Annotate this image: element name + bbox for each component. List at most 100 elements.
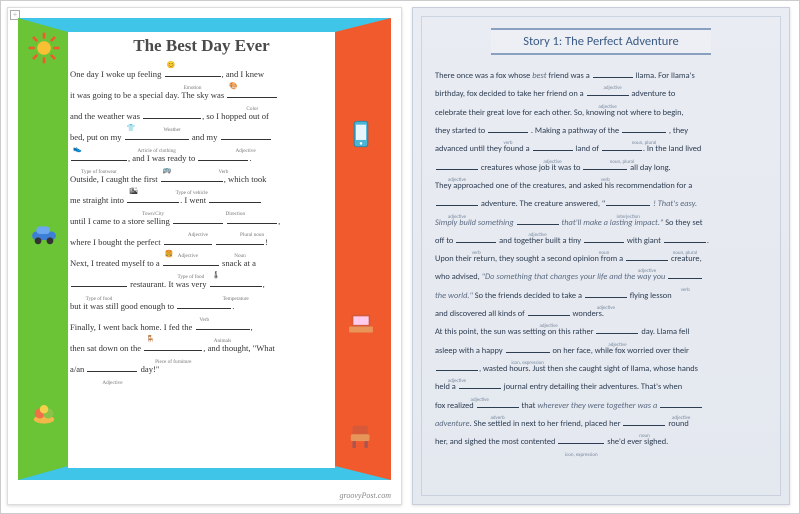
- blank-hint-label: noun, plural: [673, 251, 697, 256]
- fill-in-blank[interactable]: 😊Emotion: [165, 64, 221, 85]
- fill-in-blank[interactable]: Direction: [209, 190, 261, 211]
- fill-in-blank[interactable]: Animals: [196, 317, 250, 338]
- story-text: .: [707, 236, 709, 246]
- fill-in-blank[interactable]: 🏙Town/City: [127, 190, 179, 211]
- fill-in-blank[interactable]: Type of food: [71, 274, 127, 295]
- blank-hint-icon: 😊: [167, 62, 176, 69]
- sun-sticker-icon: [26, 30, 62, 66]
- fill-in-blank[interactable]: 🎨Color: [227, 85, 277, 106]
- fill-in-blank[interactable]: adjective: [533, 140, 573, 158]
- blank-hint-label: interjection: [616, 215, 639, 220]
- laptop-sticker-icon: [343, 306, 379, 342]
- fill-in-blank[interactable]: noun: [584, 232, 624, 250]
- fill-in-blank[interactable]: Verb: [177, 296, 231, 317]
- story-text: .: [249, 153, 251, 163]
- blank-hint-label: Emotion: [184, 86, 202, 91]
- fill-in-blank[interactable]: adjective: [517, 214, 559, 232]
- fill-in-blank[interactable]: adjective: [585, 287, 627, 305]
- fill-in-blank[interactable]: icon, expression: [506, 342, 550, 360]
- fill-in-blank[interactable]: noun, plural: [622, 122, 666, 140]
- fill-in-blank[interactable]: icon, expression: [558, 433, 604, 451]
- story-text: day. Llama fell: [639, 327, 689, 337]
- fill-in-blank[interactable]: noun, plural: [602, 140, 642, 158]
- fill-in-blank[interactable]: noun, plural: [664, 232, 706, 250]
- fill-in-blank[interactable]: adjective: [528, 305, 570, 323]
- fill-in-blank[interactable]: Noun: [216, 232, 264, 253]
- story-text: bed, put on my: [70, 132, 124, 142]
- blank-hint-label: Noun: [234, 254, 246, 259]
- fill-in-blank[interactable]: adjective: [587, 85, 629, 103]
- blank-hint-label: verb: [503, 141, 512, 146]
- blank-hint-label: adjective: [597, 306, 615, 311]
- fill-in-blank[interactable]: 🪑Piece of furniture: [144, 338, 202, 359]
- fill-in-blank[interactable]: verb: [668, 268, 702, 286]
- story-text: celebrate their great love for each othe…: [435, 108, 684, 118]
- fill-in-blank[interactable]: adverb: [477, 397, 519, 415]
- blank-hint-icon: 👟: [73, 146, 82, 153]
- blank-hint-label: Type of food: [86, 297, 113, 302]
- story-text: So they set: [663, 218, 702, 228]
- fill-in-blank[interactable]: verb: [488, 122, 528, 140]
- fill-in-blank[interactable]: Plural noun: [227, 211, 277, 232]
- blank-hint-label: Type of footwear: [81, 170, 117, 175]
- blank-hint-label: adverb: [491, 416, 505, 421]
- blank-hint-label: verb: [601, 178, 610, 183]
- phone-sticker-icon: [343, 116, 379, 152]
- blank-hint-label: noun: [639, 434, 650, 439]
- blank-hint-icon: 🌡: [212, 272, 221, 279]
- car-sticker-icon: [26, 216, 62, 252]
- story-text-italic: ! That's easy.: [651, 199, 697, 209]
- fill-in-blank[interactable]: adjective: [596, 323, 638, 341]
- blank-hint-icon: 🍔: [165, 251, 174, 258]
- fill-in-blank[interactable]: Adjective: [221, 127, 271, 148]
- blank-hint-label: noun: [599, 251, 610, 256]
- fill-in-blank[interactable]: adjective: [593, 67, 633, 85]
- fill-in-blank[interactable]: 👟Type of footwear: [71, 148, 127, 169]
- blank-hint-label: Type of food: [178, 275, 205, 280]
- blank-hint-label: adjective: [598, 105, 616, 110]
- story-text: with giant: [625, 236, 663, 246]
- blank-hint-icon: 🏙: [129, 188, 138, 195]
- fill-in-blank[interactable]: 🌡Temperature: [210, 274, 262, 295]
- fill-in-blank[interactable]: verb: [456, 232, 496, 250]
- worksheet-content: The Best Day Ever One day I woke up feel…: [68, 32, 335, 468]
- fill-in-blank[interactable]: interjection: [606, 195, 650, 213]
- fill-in-blank[interactable]: adjective: [436, 195, 478, 213]
- story-text: advanced until they found a: [435, 144, 532, 154]
- story-text: So the friends decided to take a: [473, 291, 584, 301]
- blank-hint-label: adjective: [608, 343, 626, 348]
- story-text: flying lesson: [628, 291, 672, 301]
- blank-hint-icon: 🪑: [146, 336, 155, 343]
- story-text: who advised,: [435, 272, 482, 282]
- story-text: llama. For llama's: [634, 71, 695, 81]
- story-text: asleep with a happy: [435, 346, 505, 356]
- fill-in-blank[interactable]: 🚌Type of vehicle: [161, 169, 223, 190]
- story-text: until I came to a store selling: [70, 216, 172, 226]
- fill-in-blank[interactable]: Verb: [198, 148, 248, 169]
- blank-hint-label: icon, expression: [565, 453, 598, 458]
- fill-in-blank[interactable]: verb: [583, 159, 627, 177]
- story-text: off to: [435, 236, 455, 246]
- blank-hint-label: adjective: [672, 416, 690, 421]
- blank-hint-icon: 🚌: [163, 167, 172, 174]
- fill-in-blank[interactable]: noun: [623, 415, 665, 433]
- story-text: journal entry detailing their adventures…: [502, 382, 682, 392]
- story-text: Finally, I went back home. I fed the: [70, 322, 195, 332]
- story-text: and discovered all kinds of: [435, 309, 527, 319]
- story-text: At this point, the sun was setting on th…: [435, 327, 595, 337]
- fill-in-blank[interactable]: adjective: [626, 250, 668, 268]
- fill-in-blank[interactable]: adjective: [436, 159, 478, 177]
- fill-in-blank[interactable]: 🍔Type of food: [163, 253, 219, 274]
- fill-in-blank[interactable]: Adjective: [87, 359, 137, 380]
- story-text: all day long.: [628, 163, 670, 173]
- fill-in-blank[interactable]: adjective: [436, 360, 478, 378]
- fill-in-blank[interactable]: 👕Article of clothing: [125, 127, 189, 148]
- story-text: !: [265, 237, 268, 247]
- fill-in-blank[interactable]: adjective: [660, 397, 702, 415]
- story-text: Upon their return, they sought a second …: [435, 254, 625, 264]
- fill-in-blank[interactable]: adjective: [459, 378, 501, 396]
- fill-in-blank[interactable]: Adjective: [173, 211, 223, 232]
- story-text: . I went: [180, 195, 208, 205]
- fill-in-blank[interactable]: Weather: [143, 106, 201, 127]
- worksheet-perfect-adventure: Story 1: The Perfect Adventure There onc…: [412, 7, 790, 505]
